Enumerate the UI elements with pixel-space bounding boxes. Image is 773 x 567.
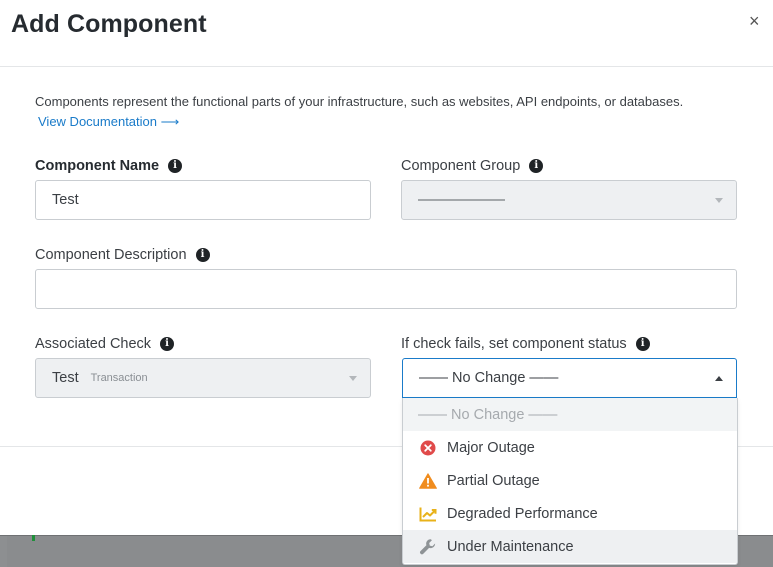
component-description-input[interactable] <box>35 269 737 309</box>
info-icon[interactable]: i <box>635 337 650 351</box>
wrench-icon <box>419 538 437 556</box>
info-icon[interactable]: i <box>168 159 183 173</box>
associated-check-label-text: Associated Check <box>35 336 152 352</box>
intro-text: Components represent the functional part… <box>35 94 684 109</box>
component-description-label: Component Description i <box>35 247 210 263</box>
associated-check-select[interactable]: Test Transaction <box>35 358 371 398</box>
status-option-no-change[interactable]: —— No Change —— <box>403 398 737 431</box>
x-circle-icon <box>419 439 437 457</box>
modal-header: Add Component × <box>0 0 773 67</box>
status-option-label: Major Outage <box>447 439 535 456</box>
component-group-label-text: Component Group <box>401 158 521 174</box>
modal-title: Add Component <box>11 10 207 38</box>
status-option-label: Degraded Performance <box>447 505 598 522</box>
fail-status-label: If check fails, set component status i <box>401 336 650 352</box>
fail-status-label-text: If check fails, set component status <box>401 336 627 352</box>
component-name-label: Component Name i <box>35 158 183 174</box>
status-option-under-maintenance[interactable]: Under Maintenance <box>403 530 737 563</box>
associated-check-value: Test <box>52 370 79 386</box>
associated-check-label: Associated Check i <box>35 336 175 352</box>
view-documentation-link[interactable]: View Documentation ⟶ <box>38 114 179 130</box>
close-icon[interactable]: × <box>749 12 760 30</box>
status-option-partial-outage[interactable]: Partial Outage <box>403 464 737 497</box>
trend-chart-icon <box>419 505 437 523</box>
info-icon[interactable]: i <box>160 337 175 351</box>
chevron-down-icon <box>349 376 357 381</box>
check-type-label: Transaction <box>90 372 148 384</box>
component-name-label-text: Component Name <box>35 158 160 174</box>
background-accent-mark <box>32 535 35 541</box>
component-group-value: —————— <box>418 192 505 208</box>
component-name-input[interactable]: Test <box>35 180 371 220</box>
component-description-label-text: Component Description <box>35 247 187 263</box>
component-name-value: Test <box>52 192 79 208</box>
status-option-label: Partial Outage <box>447 472 540 489</box>
chevron-up-icon <box>715 376 723 381</box>
status-option-label: Under Maintenance <box>447 538 574 555</box>
fail-status-select[interactable]: —— No Change —— <box>402 358 737 398</box>
info-icon[interactable]: i <box>195 248 210 262</box>
status-option-degraded-performance[interactable]: Degraded Performance <box>403 497 737 530</box>
component-group-label: Component Group i <box>401 158 544 174</box>
status-dropdown-menu: —— No Change —— Major Outage Partial Out… <box>402 398 738 565</box>
chevron-down-icon <box>715 198 723 203</box>
info-icon[interactable]: i <box>529 159 544 173</box>
warning-icon <box>419 472 437 490</box>
fail-status-value: —— No Change —— <box>419 370 559 386</box>
add-component-modal: Add Component × Components represent the… <box>0 0 773 567</box>
component-group-select[interactable]: —————— <box>401 180 737 220</box>
status-option-major-outage[interactable]: Major Outage <box>403 431 737 464</box>
status-option-label: —— No Change —— <box>418 406 558 423</box>
